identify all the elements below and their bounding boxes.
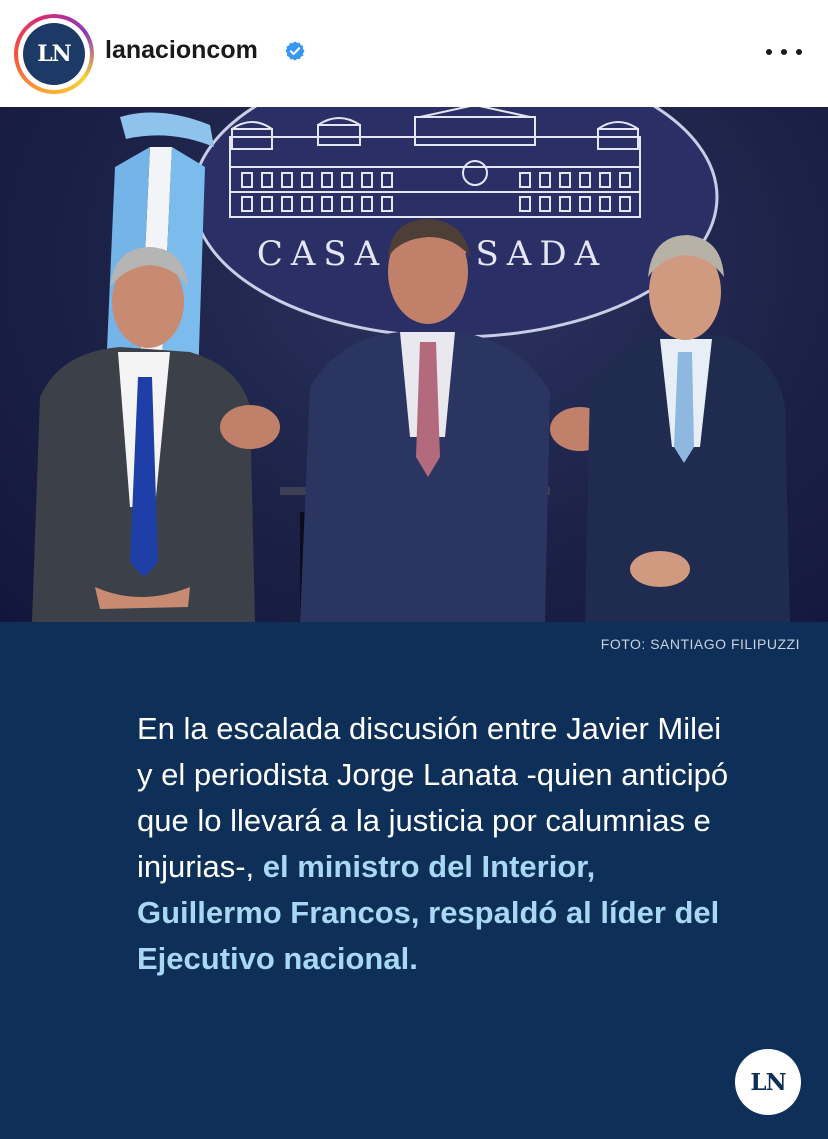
ln-logo-badge: LN [735,1049,801,1115]
verified-badge-icon [285,41,305,61]
caption-panel: FOTO: SANTIAGO FILIPUZZI En la escalada … [0,622,828,1139]
person-left [32,247,255,622]
avatar-logo-text: LN [37,41,72,67]
photo-credit: FOTO: SANTIAGO FILIPUZZI [600,636,800,652]
post-header: LN lanacioncom [0,0,828,107]
more-options-icon[interactable] [766,38,802,66]
avatar-logo: LN [23,23,85,85]
press-conference-photo: CASA ROSADA [32,107,790,622]
post-photo: CASA ROSADA [0,107,828,622]
profile-avatar[interactable]: LN [14,14,94,94]
ln-logo-text: LN [750,1068,786,1096]
username[interactable]: lanacioncom [105,36,258,65]
post-text: En la escalada discusión entre Javier Mi… [137,706,737,982]
